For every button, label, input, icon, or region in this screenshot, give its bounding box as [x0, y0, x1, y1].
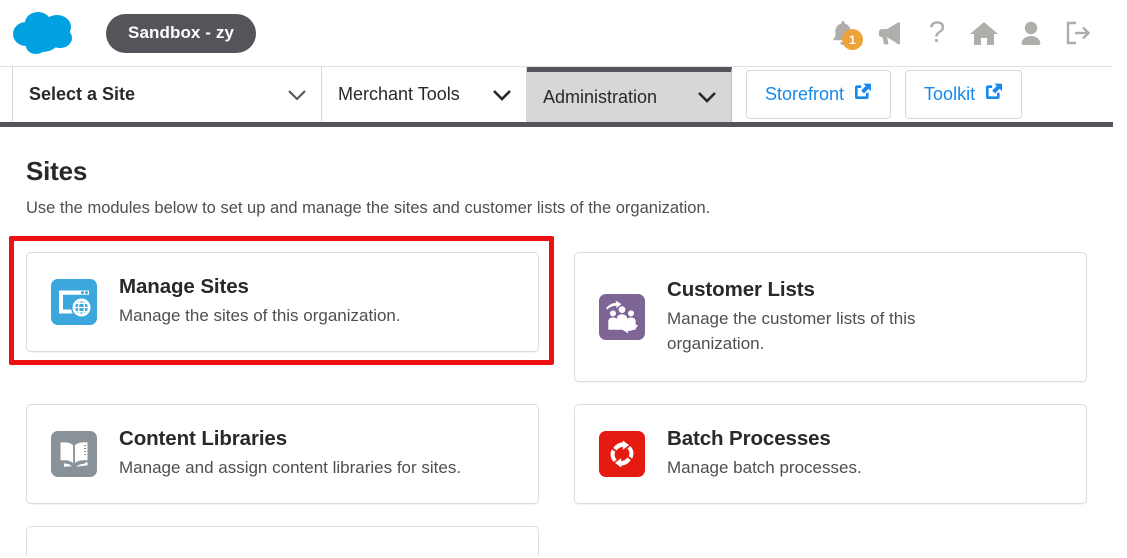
module-card-manage-sites[interactable]: Manage Sites Manage the sites of this or… [26, 252, 539, 352]
module-card-description: Manage the sites of this organization. [119, 306, 401, 325]
nav-external-buttons: Storefront Toolkit [732, 67, 1023, 122]
module-card-customer-lists[interactable]: Customer Lists Manage the customer lists… [574, 252, 1087, 382]
module-card-content-libraries[interactable]: Content Libraries Manage and assign cont… [26, 404, 539, 504]
module-card-slot: Manage Sites Manage the sites of this or… [9, 236, 554, 382]
module-card-description: Manage batch processes. [667, 458, 862, 477]
module-card-partial[interactable] [26, 525, 539, 556]
module-card-text: Customer Lists Manage the customer lists… [667, 278, 967, 356]
modules-grid: Manage Sites Manage the sites of this or… [9, 236, 1096, 504]
customer-lists-icon [599, 294, 645, 340]
nav-tab-select-a-site-label: Select a Site [29, 84, 136, 104]
chevron-down-icon [679, 91, 717, 103]
toolkit-button-label: Toolkit [924, 83, 976, 104]
home-icon[interactable] [969, 16, 999, 50]
page-subtitle: Use the modules below to set up and mana… [26, 199, 711, 217]
page-content: Sites Use the modules below to set up an… [0, 122, 1113, 556]
help-question-glyph: ? [928, 16, 946, 49]
nav-tab-administration-label: Administration [543, 86, 658, 107]
help-question-icon[interactable]: ? [922, 16, 952, 50]
module-card-text: Content Libraries Manage and assign cont… [119, 427, 461, 481]
external-link-icon [853, 82, 872, 106]
nav-tab-merchant-tools-label: Merchant Tools [338, 84, 460, 104]
user-profile-icon[interactable] [1016, 16, 1046, 50]
logout-icon[interactable] [1063, 16, 1093, 50]
module-card-batch-processes[interactable]: Batch Processes Manage batch processes. [574, 404, 1087, 504]
chevron-down-icon [269, 89, 307, 101]
module-card-slot: Customer Lists Manage the customer lists… [574, 252, 1087, 382]
nav-tab-administration[interactable]: Administration [527, 67, 732, 122]
module-card-title: Manage Sites [119, 275, 249, 298]
toolkit-button[interactable]: Toolkit [905, 70, 1023, 119]
module-card-title: Customer Lists [667, 277, 815, 301]
module-card-description: Manage the customer lists of this organi… [667, 308, 916, 353]
top-bar: Sandbox - zy 1 ? [0, 0, 1113, 67]
module-card-title: Batch Processes [667, 427, 831, 450]
nav-tab-merchant-tools[interactable]: Merchant Tools [322, 67, 527, 122]
module-card-description: Manage and assign content libraries for … [119, 458, 462, 477]
content-libraries-icon [51, 430, 97, 477]
notifications-bell-icon[interactable]: 1 [828, 16, 863, 50]
modules-grid-next-row [26, 525, 1096, 556]
module-card-text: Batch Processes Manage batch processes. [667, 427, 862, 481]
notification-count-badge: 1 [842, 29, 863, 50]
top-icon-group: 1 ? [828, 16, 1093, 50]
external-link-icon [984, 82, 1003, 106]
module-card-title: Content Libraries [119, 427, 288, 450]
module-card-slot: Batch Processes Manage batch processes. [574, 404, 1087, 504]
salesforce-cloud-logo[interactable] [12, 10, 82, 56]
megaphone-icon[interactable] [875, 16, 905, 50]
nav-bottom-accent-bar [0, 122, 1113, 127]
sandbox-badge: Sandbox - zy [106, 13, 257, 53]
manage-sites-icon [51, 278, 97, 325]
module-card-slot: Content Libraries Manage and assign cont… [26, 404, 539, 504]
batch-processes-icon [599, 430, 645, 477]
storefront-button[interactable]: Storefront [746, 70, 892, 119]
nav-tab-select-a-site[interactable]: Select a Site [12, 67, 322, 122]
page-title: Sites [26, 156, 88, 186]
storefront-button-label: Storefront [765, 83, 845, 104]
module-card-text: Manage Sites Manage the sites of this or… [119, 275, 401, 329]
chevron-down-icon [474, 89, 512, 101]
nav-bar: Select a Site Merchant Tools Administrat… [0, 67, 1113, 127]
